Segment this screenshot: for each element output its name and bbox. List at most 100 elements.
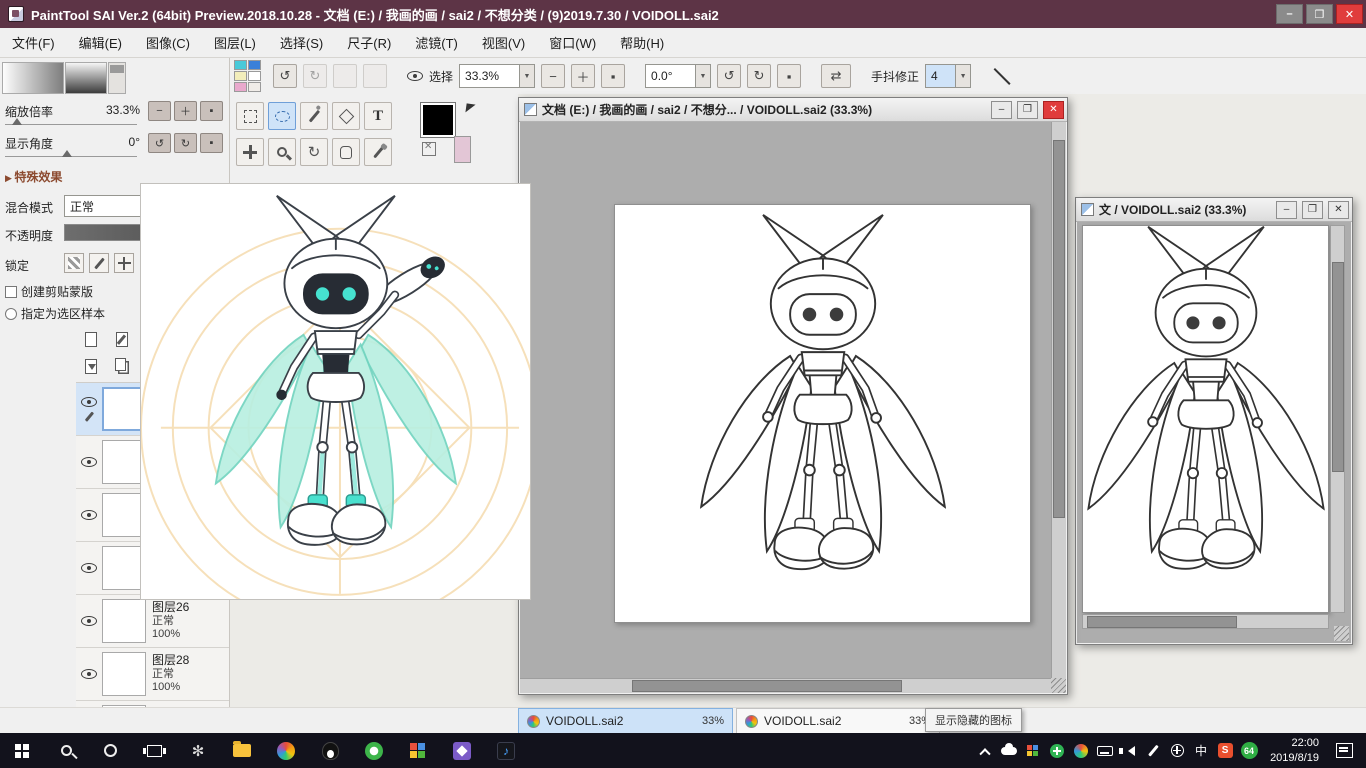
main-canvas-page[interactable] — [614, 204, 1031, 623]
layer-visible-eye-icon[interactable] — [81, 616, 97, 626]
canvas-zoom-out-button[interactable]: − — [148, 101, 171, 121]
transfer-down-button[interactable] — [80, 355, 102, 377]
layer-thumbnail[interactable] — [102, 652, 146, 696]
selection-undo-button[interactable] — [333, 64, 357, 88]
maximize-button[interactable]: ❐ — [1306, 4, 1333, 24]
taskbar-app-green-browser[interactable] — [352, 733, 396, 768]
side-doc-maximize-button[interactable]: ❐ — [1302, 200, 1323, 219]
rotate-ccw-button[interactable]: ↺ — [717, 64, 742, 88]
taskbar-app-purple-app[interactable] — [440, 733, 484, 768]
doc-close-button[interactable]: ✕ — [1043, 100, 1064, 119]
new-linework-layer-button[interactable] — [111, 328, 133, 350]
canvas-zoom-in-button[interactable]: ＋ — [174, 101, 197, 121]
zoom-out-button[interactable]: − — [541, 64, 566, 88]
special-effects-header[interactable]: 特殊效果 — [5, 168, 62, 185]
zoom-reset-button[interactable]: ▪ — [601, 64, 626, 88]
primary-color-swatch[interactable] — [420, 102, 456, 138]
main-horizontal-scrollbar[interactable] — [520, 678, 1051, 693]
flip-horizontal-button[interactable]: ⇄ — [821, 64, 852, 88]
layer-visibility-cell[interactable] — [76, 457, 102, 467]
layer-visibility-cell[interactable] — [76, 510, 102, 520]
tray-keyboard[interactable] — [1093, 733, 1117, 768]
menu-item-图像C[interactable]: 图像(C) — [134, 28, 202, 57]
angle-slider-handle[interactable] — [62, 150, 72, 157]
color-swatch-5[interactable] — [248, 82, 261, 92]
side-canvas-page[interactable] — [1082, 225, 1329, 613]
tray-crosshair[interactable] — [1165, 733, 1189, 768]
menu-item-帮助H[interactable]: 帮助(H) — [608, 28, 676, 57]
taskbar-app-pinwheel[interactable]: ✻ — [176, 733, 220, 768]
tray-color-ball[interactable] — [1069, 733, 1093, 768]
rotate-tool[interactable]: ↻ — [300, 138, 328, 166]
zoom-slider-handle[interactable] — [12, 118, 22, 125]
layer-visible-eye-icon[interactable] — [81, 669, 97, 679]
main-vertical-scrollbar[interactable] — [1051, 122, 1066, 678]
color-swatch-0[interactable] — [234, 60, 247, 70]
main-vscroll-thumb[interactable] — [1053, 140, 1065, 518]
selection-redo-button[interactable] — [363, 64, 387, 88]
tray-chevron-up[interactable] — [973, 733, 997, 768]
taskbar-app-music-app[interactable] — [484, 733, 528, 768]
zoom-select[interactable]: 33.3% ▼ — [459, 64, 536, 88]
side-doc-title-bar[interactable]: 文 / VOIDOLL.sai2 (33.3%) – ❐ ✕ — [1076, 198, 1352, 222]
zoom-in-button[interactable]: ＋ — [571, 64, 596, 88]
color-value-bar[interactable] — [65, 62, 107, 94]
menu-item-文件F[interactable]: 文件(F) — [0, 28, 67, 57]
menu-item-编辑E[interactable]: 编辑(E) — [67, 28, 134, 57]
layer-thumbnail[interactable] — [102, 599, 146, 643]
taskbar-app-file-explorer[interactable] — [220, 733, 264, 768]
taskbar-clock[interactable]: 22:00 2019/8/19 — [1261, 736, 1328, 765]
rotate-reset-button[interactable]: ▪ — [777, 64, 802, 88]
document-tab-2[interactable]: VOIDOLL.sai2 33% — [736, 708, 940, 734]
transparent-color-icon[interactable] — [422, 141, 436, 156]
tray-color-grid[interactable] — [1021, 733, 1045, 768]
canvas-rotate-reset-button[interactable]: ▪ — [200, 133, 223, 153]
text-tool[interactable]: T — [364, 102, 392, 130]
hand-tool[interactable] — [332, 138, 360, 166]
selection-visibility-eye-icon[interactable] — [407, 71, 423, 81]
side-horizontal-scrollbar[interactable] — [1082, 614, 1329, 629]
layer-visibility-cell[interactable] — [76, 563, 102, 573]
side-hscroll-thumb[interactable] — [1087, 616, 1237, 628]
lock-transparency-button[interactable] — [64, 253, 84, 273]
layer-row[interactable]: 图层26 正常 100% — [76, 595, 229, 648]
selection-sample-radio[interactable] — [5, 308, 17, 320]
tray-level-badge[interactable]: 64 — [1237, 733, 1261, 768]
redo-button[interactable]: ↻ — [303, 64, 327, 88]
color-gradient-bar[interactable] — [2, 62, 64, 94]
angle-select[interactable]: 0.0° ▼ — [645, 64, 712, 88]
taskbar-app-qq[interactable] — [308, 733, 352, 768]
layer-visible-eye-icon[interactable] — [81, 563, 97, 573]
stabilizer-select[interactable]: 4 ▼ — [925, 64, 972, 88]
taskbar-app-sai[interactable] — [264, 733, 308, 768]
taskbar-search-button[interactable] — [44, 733, 88, 768]
layer-visibility-cell[interactable] — [76, 396, 102, 422]
taskbar-app-color-blocks[interactable] — [396, 733, 440, 768]
magic-wand-tool[interactable] — [300, 102, 328, 130]
lasso-tool[interactable] — [268, 102, 296, 130]
layer-visible-eye-icon[interactable] — [81, 396, 97, 407]
start-button[interactable] — [0, 733, 44, 768]
menu-item-尺子R[interactable]: 尺子(R) — [335, 28, 403, 57]
doc-maximize-button[interactable]: ❐ — [1017, 100, 1038, 119]
tray-volume[interactable] — [1117, 733, 1141, 768]
side-canvas-area[interactable] — [1077, 222, 1351, 643]
canvas-rotate-ccw-button[interactable]: ↺ — [148, 133, 171, 153]
main-resize-grip[interactable] — [1051, 678, 1066, 693]
cortana-button[interactable] — [88, 733, 132, 768]
scratch-swatches[interactable] — [234, 60, 261, 92]
close-button[interactable]: ✕ — [1336, 4, 1363, 24]
stabilizer-dropdown-arrow-icon[interactable]: ▼ — [955, 65, 971, 87]
menu-item-选择S[interactable]: 选择(S) — [268, 28, 335, 57]
menu-item-视图V[interactable]: 视图(V) — [470, 28, 537, 57]
marquee-tool[interactable] — [236, 102, 264, 130]
angle-dropdown-arrow-icon[interactable]: ▼ — [695, 65, 711, 87]
clipping-mask-row[interactable]: 创建剪贴蒙版 — [5, 283, 93, 300]
tray-green-plus[interactable] — [1045, 733, 1069, 768]
action-center-icon[interactable] — [1336, 743, 1353, 758]
bucket-tool[interactable] — [332, 102, 360, 130]
menu-item-窗口W[interactable]: 窗口(W) — [537, 28, 608, 57]
tray-ime[interactable]: 中 — [1189, 733, 1213, 768]
lock-pen-button[interactable] — [89, 253, 109, 273]
main-hscroll-thumb[interactable] — [632, 680, 902, 692]
